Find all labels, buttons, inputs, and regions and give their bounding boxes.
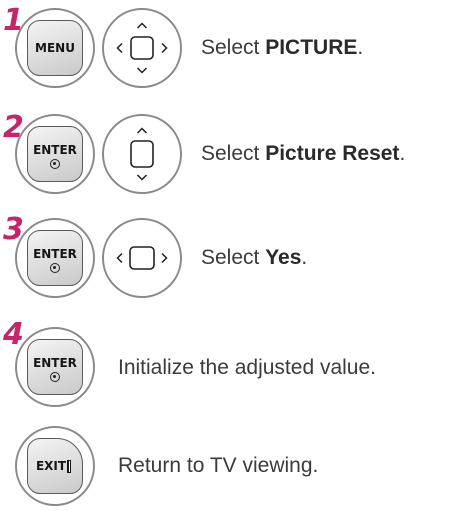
step-2-target: Picture Reset xyxy=(265,142,400,165)
exit-door-icon xyxy=(67,460,71,473)
step-2-text: Select Picture Reset. xyxy=(201,142,406,165)
enter-dot-icon xyxy=(50,263,60,273)
enter-key-icon: ENTER xyxy=(27,126,83,182)
menu-key-icon: MENU xyxy=(27,20,83,76)
nav-pad-leftright[interactable] xyxy=(102,218,182,298)
nav-pad-icon xyxy=(116,22,168,74)
step-4-text: Initialize the adjusted value. xyxy=(118,356,376,379)
enter-key-label: ENTER xyxy=(33,356,77,370)
enter-key-label: ENTER xyxy=(33,247,77,261)
exit-button[interactable]: EXIT xyxy=(15,426,95,506)
enter-key-icon: ENTER xyxy=(27,339,83,395)
enter-dot-icon xyxy=(50,159,60,169)
enter-button[interactable]: ENTER xyxy=(15,327,95,407)
menu-button[interactable]: MENU xyxy=(15,8,95,88)
enter-key-icon: ENTER xyxy=(27,230,83,286)
enter-dot-icon xyxy=(50,372,60,382)
menu-key-label: MENU xyxy=(35,41,75,55)
enter-key-label: ENTER xyxy=(33,143,77,157)
step-1-text: Select PICTURE. xyxy=(201,36,364,59)
nav-pad-4way[interactable] xyxy=(102,8,182,88)
exit-step-text: Return to TV viewing. xyxy=(118,454,319,477)
step-3-target: Yes xyxy=(265,246,302,269)
enter-button[interactable]: ENTER xyxy=(15,114,95,194)
nav-pad-icon xyxy=(130,127,154,181)
nav-pad-updown[interactable] xyxy=(102,114,182,194)
exit-key-icon: EXIT xyxy=(27,438,83,494)
enter-button[interactable]: ENTER xyxy=(15,218,95,298)
exit-key-label: EXIT xyxy=(35,459,67,473)
step-1-target: PICTURE xyxy=(265,36,358,59)
nav-pad-icon xyxy=(116,246,168,270)
step-3-text: Select Yes. xyxy=(201,246,308,269)
